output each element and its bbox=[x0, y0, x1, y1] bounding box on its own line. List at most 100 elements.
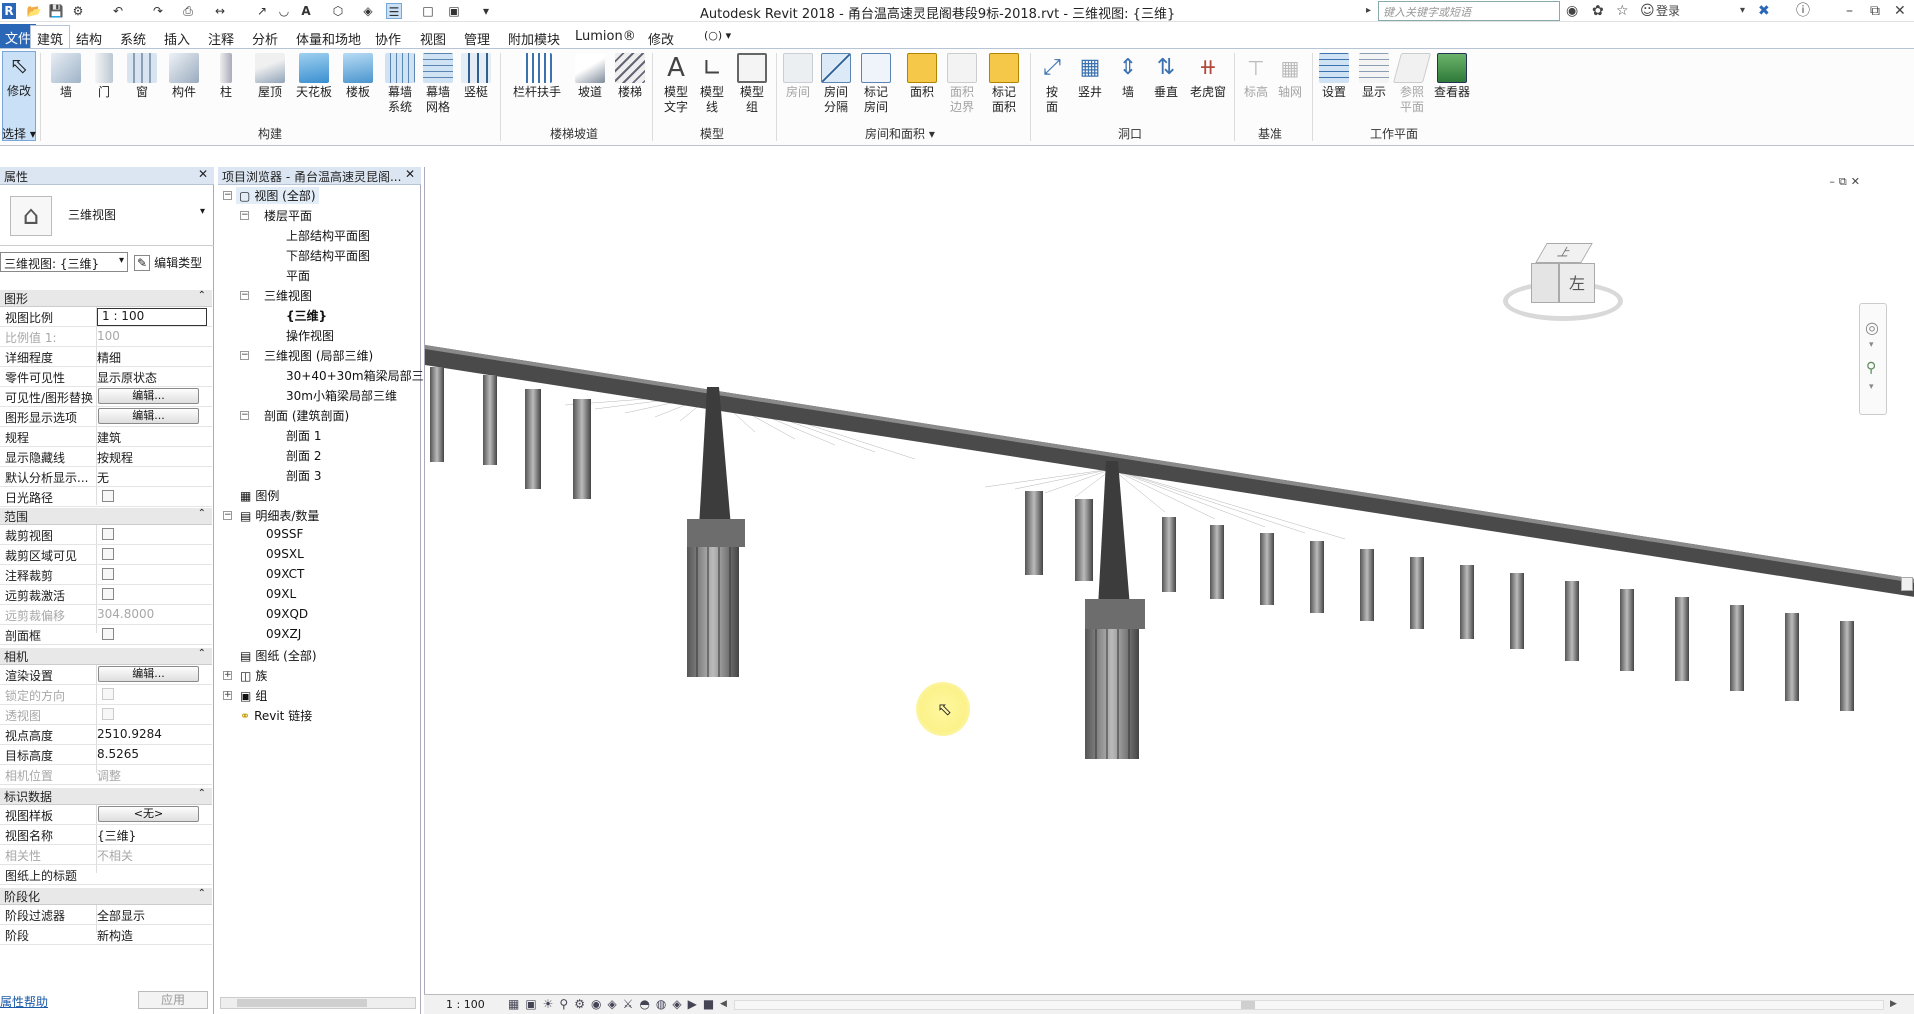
scroll-thumb[interactable] bbox=[1241, 1001, 1255, 1009]
prop-default-analysis[interactable]: 默认分析显示... 无 bbox=[0, 467, 212, 487]
room-button[interactable]: 房间 bbox=[778, 53, 818, 100]
mullion-button[interactable]: 竖梃 bbox=[456, 53, 496, 100]
thin-lines-icon[interactable]: ☰ bbox=[386, 3, 402, 19]
switch-windows-icon[interactable]: ▣ bbox=[446, 3, 462, 19]
curtain-grid-button[interactable]: 幕墙 网格 bbox=[418, 53, 458, 115]
view-control-icons[interactable]: ▦▣☀⚲⚙◉◈⚔◓◍◈▶■ bbox=[508, 997, 720, 1011]
group-room-area-label[interactable]: 房间和面积 ▾ bbox=[865, 125, 935, 142]
favorites-star-icon[interactable]: ☆ bbox=[1616, 3, 1629, 19]
browser-hscrollbar[interactable] bbox=[220, 997, 416, 1009]
viewport-vscroll-thumb[interactable] bbox=[1901, 577, 1913, 591]
grid-button[interactable]: ▦ 轴网 bbox=[1270, 53, 1310, 100]
curtain-system-button[interactable]: 幕墙 系统 bbox=[380, 53, 420, 115]
login-dropdown-icon[interactable]: ▾ bbox=[1740, 3, 1745, 19]
redo-icon[interactable]: ↷ bbox=[150, 3, 166, 19]
tree-item[interactable]: 剖面 3 bbox=[286, 467, 321, 484]
close-icon[interactable]: ✕ bbox=[198, 167, 208, 181]
tab-addins[interactable]: 附加模块 bbox=[508, 29, 560, 48]
tree-item[interactable]: 下部结构平面图 bbox=[286, 247, 370, 264]
sun-path-checkbox[interactable] bbox=[102, 490, 114, 502]
section-icon[interactable]: ◈ bbox=[360, 3, 376, 19]
show-workplane-button[interactable]: 显示 bbox=[1354, 53, 1394, 100]
tree-views-all[interactable]: ▢ 视图 (全部) bbox=[236, 187, 319, 204]
stair-button[interactable]: 楼梯 bbox=[610, 53, 650, 100]
scroll-thumb[interactable] bbox=[237, 999, 367, 1007]
3d-view-icon[interactable]: ⬡ bbox=[330, 3, 346, 19]
login-link[interactable]: 登录 bbox=[1656, 3, 1680, 19]
section-phasing[interactable]: 阶段化 ⌃ bbox=[0, 888, 212, 905]
expand-toggle[interactable]: + bbox=[223, 691, 232, 700]
railing-button[interactable]: 栏杆扶手 bbox=[510, 53, 564, 100]
tree-sections[interactable]: 剖面 (建筑剖面) bbox=[264, 407, 349, 424]
viewcube-top-face[interactable]: 上 bbox=[1535, 243, 1593, 263]
roof-button[interactable]: 屋顶 bbox=[250, 53, 290, 100]
scale-indicator[interactable]: 1 : 100 bbox=[446, 998, 485, 1011]
section-identity[interactable]: 标识数据 ⌃ bbox=[0, 788, 212, 805]
sync-icon[interactable]: ⚙ bbox=[70, 3, 86, 19]
tree-floor-plans[interactable]: 楼层平面 bbox=[264, 207, 312, 224]
prop-target-elevation[interactable]: 目标高度 8.5265 bbox=[0, 745, 212, 765]
dimension-icon[interactable]: ↗ bbox=[254, 3, 270, 19]
tree-item[interactable]: 09XQD bbox=[266, 607, 308, 621]
section-graphics[interactable]: 图形 ⌃ bbox=[0, 290, 212, 307]
prop-view-name[interactable]: 视图名称 {三维} bbox=[0, 825, 212, 845]
tab-systems[interactable]: 系统 bbox=[120, 29, 146, 48]
save-icon[interactable]: 💾 bbox=[48, 3, 64, 19]
properties-help-link[interactable]: 属性帮助 bbox=[0, 993, 48, 1010]
print-icon[interactable]: ⎙ bbox=[180, 3, 196, 19]
tree-sheets[interactable]: ▤ 图纸 (全部) bbox=[240, 647, 317, 664]
subscription-icon[interactable]: ✿ bbox=[1592, 3, 1604, 19]
dormer-button[interactable]: ⧺ 老虎窗 bbox=[1186, 53, 1230, 100]
collapse-toggle[interactable]: − bbox=[240, 351, 249, 360]
model-line-button[interactable]: ∟ 模型 线 bbox=[692, 53, 732, 115]
component-button[interactable]: 构件 bbox=[164, 53, 204, 100]
tree-legends[interactable]: ▦ 图例 bbox=[240, 487, 279, 504]
collapse-toggle[interactable]: − bbox=[223, 511, 232, 520]
tab-massing-site[interactable]: 体量和场地 bbox=[296, 29, 361, 48]
tab-manage[interactable]: 管理 bbox=[464, 29, 490, 48]
tree-item[interactable]: 剖面 1 bbox=[286, 427, 321, 444]
section-box-checkbox[interactable] bbox=[102, 628, 114, 640]
model-text-button[interactable]: A 模型 文字 bbox=[656, 53, 696, 115]
revit-logo[interactable]: R bbox=[2, 3, 16, 19]
wall-opening-button[interactable]: ⇕ 墙 bbox=[1108, 53, 1148, 100]
type-selector[interactable]: ⌂ 三维视图 ▾ bbox=[0, 186, 214, 246]
render-edit-button[interactable]: 编辑... bbox=[98, 666, 199, 682]
tab-collaborate[interactable]: 协作 bbox=[375, 29, 401, 48]
tree-local-3d[interactable]: 三维视图 (局部三维) bbox=[264, 347, 373, 364]
3d-viewport[interactable]: –⧉✕ 上 左 ◎ ▾ ⚲ ▾ ⬁ bbox=[424, 167, 1914, 994]
search-expand-icon[interactable]: ▸ bbox=[1366, 3, 1371, 19]
exchange-apps-icon[interactable]: ✖ bbox=[1758, 3, 1770, 19]
tab-structure[interactable]: 结构 bbox=[76, 29, 102, 48]
tree-3d-views[interactable]: 三维视图 bbox=[264, 287, 312, 304]
tree-item[interactable]: 操作视图 bbox=[286, 327, 334, 344]
tab-lumion[interactable]: Lumion® bbox=[575, 29, 636, 44]
collapse-toggle[interactable]: − bbox=[240, 411, 249, 420]
vertical-opening-button[interactable]: ⇅ 垂直 bbox=[1146, 53, 1186, 100]
tree-item[interactable]: 09XZJ bbox=[266, 627, 301, 641]
section-camera[interactable]: 相机 ⌃ bbox=[0, 648, 212, 665]
area-boundary-button[interactable]: 面积 边界 bbox=[942, 53, 982, 115]
tree-item[interactable]: 09XL bbox=[266, 587, 296, 601]
restore-icon[interactable]: ⧉ bbox=[1870, 3, 1880, 19]
search-input[interactable]: 键入关键字或短语 bbox=[1378, 1, 1560, 21]
ceiling-button[interactable]: 天花板 bbox=[292, 53, 336, 100]
vg-edit-button[interactable]: 编辑... bbox=[98, 388, 199, 404]
tree-revit-links[interactable]: ⚭ Revit 链接 bbox=[240, 707, 312, 724]
ref-plane-button[interactable]: 参照 平面 bbox=[1392, 53, 1432, 115]
view-scale-input[interactable]: 1 : 100 bbox=[97, 308, 207, 326]
viewport-hscrollbar[interactable] bbox=[734, 1000, 1884, 1010]
tree-item[interactable]: 上部结构平面图 bbox=[286, 227, 370, 244]
tree-item-active[interactable]: {三维} bbox=[286, 307, 327, 324]
room-separator-button[interactable]: 房间 分隔 bbox=[816, 53, 856, 115]
tree-item[interactable]: 剖面 2 bbox=[286, 447, 321, 464]
hscroll-left-icon[interactable]: ◀ bbox=[720, 999, 727, 1009]
crop-visible-checkbox[interactable] bbox=[102, 548, 114, 560]
tree-item[interactable]: 30+40+30m箱梁局部三 bbox=[286, 367, 424, 384]
chevron-down-icon[interactable]: ▾ bbox=[1869, 340, 1874, 350]
tab-annotate[interactable]: 注释 bbox=[208, 29, 234, 48]
tree-item[interactable]: 平面 bbox=[286, 267, 310, 284]
wall-button[interactable]: 墙 bbox=[46, 53, 86, 100]
expand-toggle[interactable]: + bbox=[223, 671, 232, 680]
select-dropdown[interactable]: 选择 ▾ bbox=[2, 125, 36, 142]
